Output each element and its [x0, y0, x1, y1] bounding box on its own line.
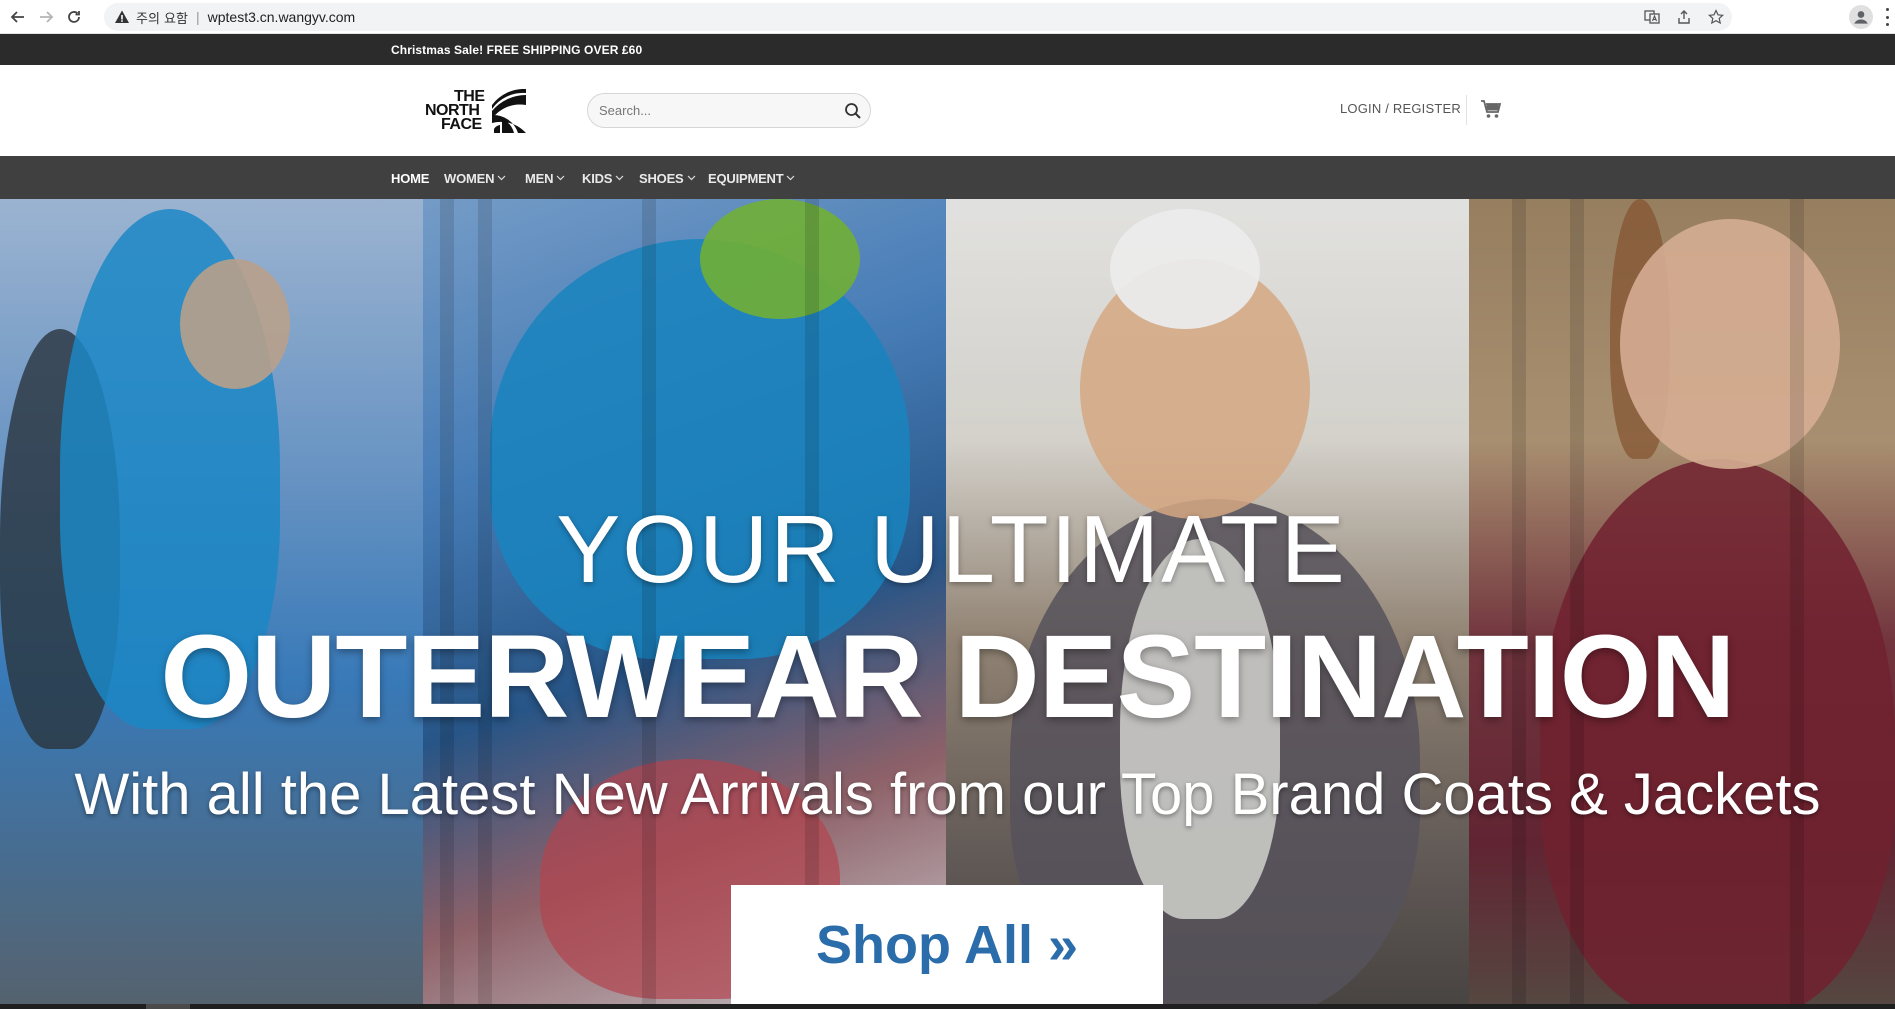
nav-item-equipment[interactable]: EQUIPMENT [708, 169, 795, 187]
login-register-link[interactable]: LOGIN / REGISTER [1340, 101, 1461, 116]
address-separator: | [195, 9, 200, 25]
chevron-down-icon [556, 175, 565, 181]
nav-item-shoes[interactable]: SHOES [639, 169, 696, 187]
promo-bar: Christmas Sale! FREE SHIPPING OVER £60 [0, 34, 1895, 65]
nav-label: KIDS [582, 170, 613, 186]
browser-menu-button[interactable] [1884, 8, 1890, 26]
search-icon[interactable] [844, 102, 862, 120]
chevron-down-icon [615, 175, 624, 181]
main-navigation: HOME WOMEN MEN KIDS SHOES EQUIPMENT [0, 156, 1895, 199]
nav-label: SHOES [639, 170, 684, 186]
search-input[interactable] [599, 103, 829, 118]
translate-button[interactable] [1636, 3, 1668, 31]
shop-all-button[interactable]: Shop All » [731, 885, 1163, 1004]
reload-button[interactable] [60, 3, 88, 31]
hero-headline-main: OUTERWEAR DESTINATION [160, 611, 1735, 743]
chevron-down-icon [497, 175, 506, 181]
logo-line-3: FACE [441, 116, 482, 133]
url-text[interactable]: wptest3.cn.wangyv.com [208, 9, 356, 25]
avatar-icon [1854, 11, 1868, 24]
share-icon [1678, 10, 1690, 24]
bottom-edge-strip [0, 1004, 1895, 1009]
hero-subheadline: With all the Latest New Arrivals from ou… [74, 762, 1821, 827]
translate-icon [1644, 10, 1660, 24]
chevron-down-icon [787, 175, 795, 181]
nav-label: HOME [391, 170, 430, 186]
star-icon [1708, 9, 1724, 25]
address-bar[interactable]: 주의 요함 | wptest3.cn.wangyv.com [104, 3, 1732, 31]
arrow-left-icon [10, 10, 24, 23]
cart-icon[interactable] [1480, 98, 1502, 120]
browser-toolbar: 주의 요함 | wptest3.cn.wangyv.com [0, 0, 1895, 34]
chevron-down-icon [687, 175, 695, 181]
nav-item-home[interactable]: HOME [391, 169, 429, 187]
warning-icon[interactable] [114, 9, 130, 25]
nav-label: EQUIPMENT [708, 170, 784, 186]
brand-logo[interactable]: THE NORTH FACE [424, 87, 526, 135]
arrow-right-icon [40, 10, 54, 23]
nav-item-women[interactable]: WOMEN [444, 169, 506, 187]
profile-button[interactable] [1849, 5, 1873, 29]
share-button[interactable] [1668, 3, 1700, 31]
bookmark-button[interactable] [1700, 3, 1732, 31]
hero-headline-top: YOUR ULTIMATE [556, 496, 1347, 603]
north-face-dome-icon [492, 89, 526, 133]
reload-icon [68, 10, 80, 23]
site-header: THE NORTH FACE LOGIN / REGISTER [0, 65, 1895, 156]
forward-button[interactable] [32, 3, 60, 31]
security-label[interactable]: 주의 요함 [136, 8, 188, 27]
nav-label: WOMEN [444, 170, 495, 186]
nav-item-men[interactable]: MEN [525, 169, 565, 187]
search-box[interactable] [587, 93, 871, 128]
shop-all-label: Shop All » [815, 914, 1078, 975]
nav-item-kids[interactable]: KIDS [582, 169, 624, 187]
nav-label: MEN [525, 170, 554, 186]
header-divider [1466, 95, 1467, 125]
promo-text: Christmas Sale! FREE SHIPPING OVER £60 [391, 43, 643, 57]
hero-banner: YOUR ULTIMATE OUTERWEAR DESTINATION With… [0, 199, 1895, 1004]
back-button[interactable] [4, 3, 32, 31]
